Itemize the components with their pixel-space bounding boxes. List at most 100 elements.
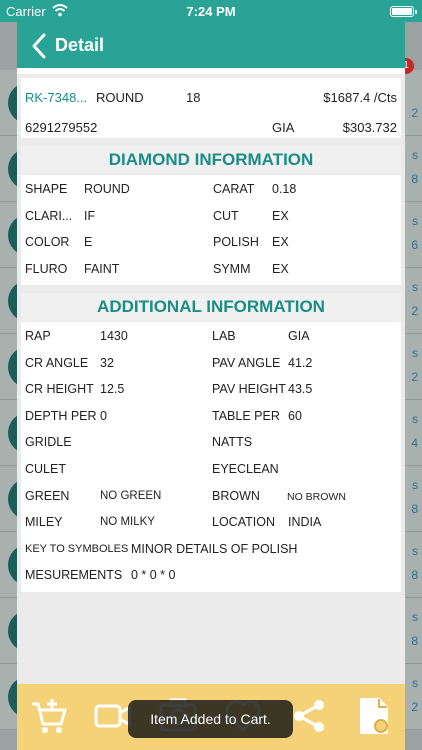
- field-label: CULET: [25, 461, 66, 476]
- page-title: Detail: [55, 35, 105, 55]
- field-label: COLOR: [25, 235, 70, 250]
- list-item-value: 8: [411, 172, 418, 186]
- summary-shape: ROUND: [96, 90, 144, 105]
- field-label: GRIDLE: [25, 435, 72, 450]
- field-label: FLURO: [25, 261, 68, 276]
- list-item-label: s: [412, 544, 418, 558]
- field-value: EX: [272, 208, 289, 223]
- field-value: NO MILKY: [100, 516, 155, 529]
- list-item-label: s: [412, 280, 418, 294]
- field-value: EX: [272, 261, 289, 276]
- table-row: KEY TO SYMBOLES MINOR DETAILS OF POLISH: [21, 535, 401, 562]
- field-value: 60: [288, 408, 302, 423]
- list-item-label: s: [412, 214, 418, 228]
- field-value: ROUND: [84, 182, 130, 196]
- list-item-value: 8: [411, 568, 418, 582]
- field-value: GIA: [288, 329, 310, 343]
- summary-price-per-ct: $1687.4 /Cts: [323, 90, 397, 105]
- list-item-label: s: [412, 676, 418, 690]
- additional-info-title: ADDITIONAL INFORMATION: [21, 293, 401, 321]
- field-value: 43.5: [288, 382, 313, 397]
- field-label: NATTS: [212, 435, 253, 450]
- field-value: 0: [100, 408, 107, 423]
- field-value: 1430: [100, 329, 128, 343]
- additional-info-grid: RAP 1430 LAB GIA CR ANGLE 32 PAV ANGLE 4…: [21, 322, 401, 592]
- table-row: FLURO FAINT SYMM EX: [21, 255, 401, 282]
- field-label: CLARI...: [25, 208, 73, 223]
- summary-certificate-no: 6291279552: [25, 120, 98, 135]
- list-item-value: 2: [411, 700, 418, 714]
- table-row: SHAPE ROUND CARAT 0.18: [21, 175, 401, 202]
- table-row: MESUREMENTS 0 * 0 * 0: [21, 561, 401, 588]
- field-label: BROWN: [212, 488, 260, 503]
- field-value: 0 * 0 * 0: [131, 568, 176, 583]
- field-value: IF: [84, 208, 96, 223]
- list-item-label: s: [412, 610, 418, 624]
- field-label: DEPTH PER: [25, 408, 97, 423]
- table-row: DEPTH PER 0 TABLE PER 60: [21, 402, 401, 429]
- table-row: CLARI... IF CUT EX: [21, 202, 401, 229]
- field-label: GREEN: [25, 488, 70, 503]
- field-value: E: [84, 235, 93, 250]
- diamond-info-grid: SHAPE ROUND CARAT 0.18 CLARI... IF CUT E…: [21, 175, 401, 285]
- field-value: 41.2: [288, 355, 313, 370]
- certificate-icon[interactable]: [355, 696, 395, 736]
- detail-header: Detail: [17, 22, 405, 68]
- field-value: FAINT: [84, 261, 120, 276]
- table-row: MILEY NO MILKY LOCATION INDIA: [21, 508, 401, 535]
- stock-id-link[interactable]: RK-7348...: [25, 90, 87, 105]
- field-label: CR ANGLE: [25, 355, 89, 370]
- battery-icon: [390, 6, 417, 17]
- summary-amount: $303.732: [342, 120, 397, 135]
- table-row: RAP 1430 LAB GIA: [21, 322, 401, 349]
- video-icon[interactable]: [93, 696, 133, 736]
- field-value: MINOR DETAILS OF POLISH: [131, 541, 298, 556]
- list-item-label: s: [412, 346, 418, 360]
- list-item-value: 8: [411, 502, 418, 516]
- list-item-value: 2: [411, 106, 418, 120]
- field-label: CUT: [213, 208, 239, 223]
- field-label: PAV ANGLE: [212, 355, 281, 370]
- list-item-value: 6: [411, 238, 418, 252]
- diamond-info-title: DIAMOND INFORMATION: [21, 146, 401, 174]
- status-time: 7:24 PM: [186, 4, 236, 19]
- field-label: SYMM: [213, 261, 251, 276]
- toast-message: Item Added to Cart.: [128, 700, 293, 738]
- field-label: CARAT: [213, 182, 255, 196]
- summary-lab: GIA: [272, 120, 295, 135]
- back-icon[interactable]: [29, 32, 49, 60]
- share-icon[interactable]: [289, 696, 329, 736]
- list-item-value: 2: [411, 370, 418, 384]
- detail-modal: Detail RK-7348... ROUND 18 $1687.4 /Cts …: [17, 22, 405, 750]
- list-item-value: 4: [411, 436, 418, 450]
- table-row: COLOR E POLISH EX: [21, 228, 401, 255]
- field-value: INDIA: [288, 515, 322, 530]
- field-label: MILEY: [25, 515, 63, 530]
- summary-qty: 18: [186, 90, 201, 105]
- table-row: CR ANGLE 32 PAV ANGLE 41.2: [21, 349, 401, 376]
- table-row: GRIDLE NATTS: [21, 428, 401, 455]
- field-label: PAV HEIGHT: [212, 382, 286, 397]
- list-item-value: 8: [411, 634, 418, 648]
- status-bar: Carrier 7:24 PM: [0, 0, 422, 22]
- table-row: CULET EYECLEAN: [21, 455, 401, 482]
- field-label: POLISH: [213, 235, 259, 250]
- detail-content: RK-7348... ROUND 18 $1687.4 /Cts 6291279…: [17, 74, 405, 684]
- field-label: MESUREMENTS: [25, 568, 123, 583]
- field-label: CR HEIGHT: [25, 382, 94, 397]
- list-item-label: s: [412, 148, 418, 162]
- field-value: EX: [272, 235, 289, 250]
- field-value: NO BROWN: [287, 490, 346, 503]
- add-to-cart-icon[interactable]: [29, 696, 69, 736]
- field-value: 12.5: [100, 382, 125, 397]
- field-label: RAP: [25, 329, 51, 343]
- field-value: 32: [100, 355, 114, 370]
- list-item-label: s: [412, 412, 418, 426]
- field-label: TABLE PER: [212, 408, 280, 423]
- list-item-label: s: [412, 478, 418, 492]
- field-value: NO GREEN: [100, 489, 162, 502]
- field-label: LAB: [212, 329, 236, 343]
- table-row: GREEN NO GREEN BROWN NO BROWN: [21, 482, 401, 509]
- table-row: CR HEIGHT 12.5 PAV HEIGHT 43.5: [21, 375, 401, 402]
- field-label: SHAPE: [25, 182, 68, 196]
